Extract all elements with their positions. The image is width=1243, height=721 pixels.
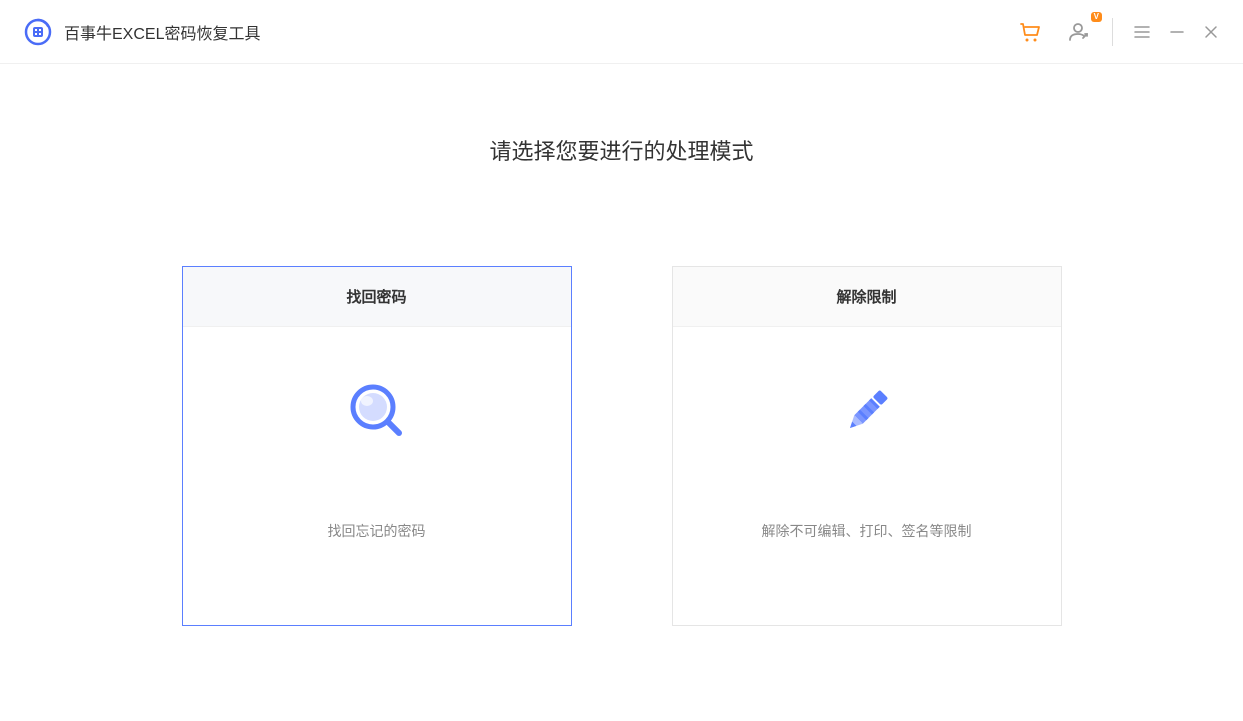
page-title: 请选择您要进行的处理模式	[489, 134, 753, 166]
header-divider	[1112, 18, 1113, 46]
option-card-recover-password[interactable]: 找回密码 找回忘记的密码	[182, 266, 572, 626]
vip-badge: V	[1091, 12, 1102, 22]
app-logo-icon	[24, 18, 52, 46]
user-icon[interactable]: V	[1064, 18, 1092, 46]
close-button[interactable]	[1203, 24, 1219, 40]
card-header: 解除限制	[673, 267, 1061, 327]
header-right: V	[1016, 18, 1219, 46]
window-controls	[1133, 23, 1219, 41]
card-description: 解除不可编辑、打印、签名等限制	[762, 521, 972, 541]
card-body: 解除不可编辑、打印、签名等限制	[673, 327, 1061, 625]
option-card-remove-restriction[interactable]: 解除限制 解除	[672, 266, 1062, 626]
header-left: 百事牛EXCEL密码恢复工具	[24, 18, 260, 46]
search-magnifier-icon	[347, 381, 407, 441]
cart-icon[interactable]	[1016, 18, 1044, 46]
pencil-edit-icon	[837, 381, 897, 441]
card-body: 找回忘记的密码	[183, 327, 571, 625]
card-header: 找回密码	[183, 267, 571, 327]
card-description: 找回忘记的密码	[328, 521, 426, 541]
app-header: 百事牛EXCEL密码恢复工具 V	[0, 0, 1243, 64]
options-container: 找回密码 找回忘记的密码 解除限制	[182, 266, 1062, 626]
main-content: 请选择您要进行的处理模式 找回密码 找回忘记的密码	[0, 64, 1243, 626]
card-title: 解除限制	[836, 286, 896, 307]
menu-icon[interactable]	[1133, 23, 1151, 41]
minimize-button[interactable]	[1169, 24, 1185, 40]
app-title: 百事牛EXCEL密码恢复工具	[64, 20, 260, 44]
card-title: 找回密码	[346, 286, 406, 307]
